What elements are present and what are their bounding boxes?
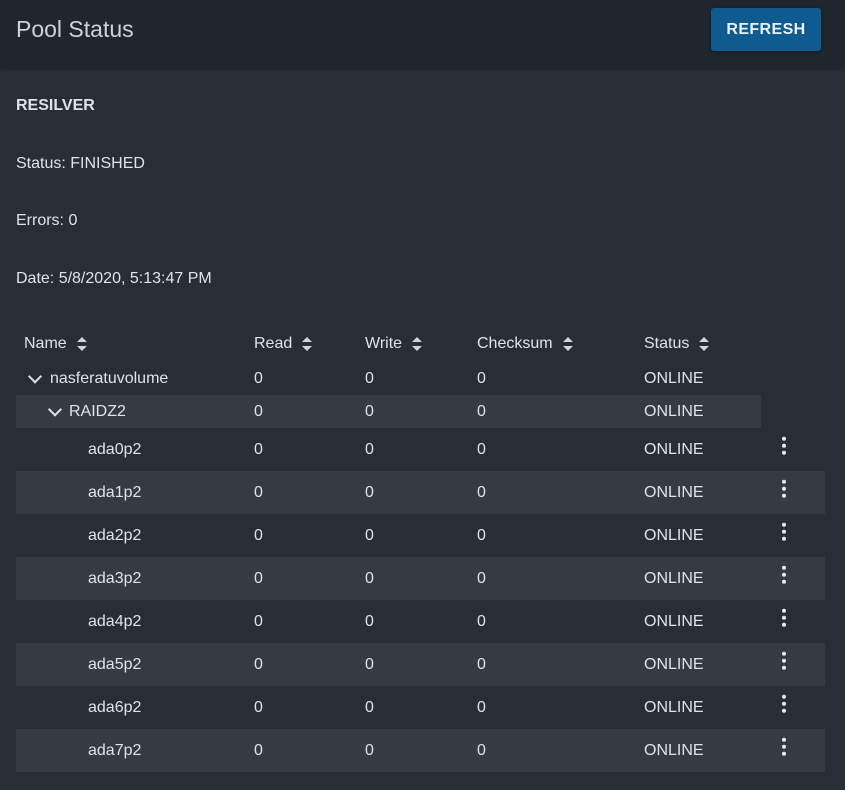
row-checksum: 0: [477, 483, 486, 501]
table-row-disk[interactable]: ada4p2 0 0 0 ONLINE: [16, 600, 825, 643]
row-read: 0: [254, 526, 263, 544]
row-checksum: 0: [477, 655, 486, 673]
table-row-disk[interactable]: ada6p2 0 0 0 ONLINE: [16, 686, 825, 729]
sort-icon[interactable]: [76, 337, 87, 351]
scan-date: Date: 5/8/2020, 5:13:47 PM: [16, 270, 212, 287]
sort-icon[interactable]: [302, 337, 313, 351]
row-status: ONLINE: [644, 698, 704, 716]
table-row-vdev[interactable]: RAIDZ2 0 0 0 ONLINE: [16, 395, 761, 428]
row-name: ada5p2: [88, 655, 142, 673]
column-header-name[interactable]: Name: [24, 335, 87, 353]
row-read: 0: [254, 440, 263, 458]
row-name: RAIDZ2: [69, 402, 126, 420]
page-title: Pool Status: [16, 16, 134, 42]
row-status: ONLINE: [644, 483, 704, 501]
column-header-checksum[interactable]: Checksum: [477, 335, 573, 353]
sort-icon[interactable]: [562, 337, 573, 351]
row-status: ONLINE: [644, 369, 704, 387]
scan-title: RESILVER: [16, 97, 95, 114]
row-read: 0: [254, 655, 263, 673]
more-vert-icon[interactable]: [779, 737, 789, 759]
column-header-read[interactable]: Read: [254, 335, 313, 353]
row-status: ONLINE: [644, 612, 704, 630]
row-read: 0: [254, 402, 263, 420]
column-header-label: Read: [254, 335, 293, 352]
table-row-disk[interactable]: ada3p2 0 0 0 ONLINE: [16, 557, 825, 600]
table-row-disk[interactable]: ada5p2 0 0 0 ONLINE: [16, 643, 825, 686]
row-checksum: 0: [477, 741, 486, 759]
refresh-button[interactable]: REFRESH: [711, 8, 821, 51]
table-row-disk[interactable]: ada7p2 0 0 0 ONLINE: [16, 729, 825, 772]
row-name: ada7p2: [88, 741, 142, 759]
row-checksum: 0: [477, 698, 486, 716]
more-vert-icon[interactable]: [779, 565, 789, 587]
more-vert-icon[interactable]: [779, 522, 789, 544]
column-header-label: Status: [644, 335, 690, 352]
row-checksum: 0: [477, 369, 486, 387]
row-name: ada3p2: [88, 569, 142, 587]
table-row-disk[interactable]: ada0p2 0 0 0 ONLINE: [16, 428, 825, 471]
row-name: ada0p2: [88, 440, 142, 458]
row-checksum: 0: [477, 402, 486, 420]
table-row-pool[interactable]: nasferatuvolume 0 0 0 ONLINE: [16, 362, 825, 395]
column-header-label: Write: [365, 335, 403, 352]
sort-icon[interactable]: [699, 337, 710, 351]
row-status: ONLINE: [644, 569, 704, 587]
row-write: 0: [365, 698, 374, 716]
row-read: 0: [254, 569, 263, 587]
row-status: ONLINE: [644, 741, 704, 759]
row-name: ada4p2: [88, 612, 142, 630]
more-vert-icon[interactable]: [779, 479, 789, 501]
page-header: Pool Status REFRESH: [0, 0, 845, 68]
row-status: ONLINE: [644, 526, 704, 544]
row-write: 0: [365, 402, 374, 420]
row-name: ada6p2: [88, 698, 142, 716]
row-read: 0: [254, 369, 263, 387]
scan-status: Status: FINISHED: [16, 155, 145, 172]
more-vert-icon[interactable]: [779, 436, 789, 458]
column-header-label: Checksum: [477, 335, 553, 352]
row-write: 0: [365, 655, 374, 673]
row-write: 0: [365, 483, 374, 501]
more-vert-icon[interactable]: [779, 608, 789, 630]
row-checksum: 0: [477, 612, 486, 630]
column-header-label: Name: [24, 335, 67, 352]
row-name: ada2p2: [88, 526, 142, 544]
row-name: ada1p2: [88, 483, 142, 501]
row-read: 0: [254, 698, 263, 716]
row-checksum: 0: [477, 526, 486, 544]
row-write: 0: [365, 741, 374, 759]
column-header-write[interactable]: Write: [365, 335, 423, 353]
row-read: 0: [254, 483, 263, 501]
row-read: 0: [254, 741, 263, 759]
row-checksum: 0: [477, 440, 486, 458]
row-write: 0: [365, 440, 374, 458]
more-vert-icon[interactable]: [779, 651, 789, 673]
row-name: nasferatuvolume: [50, 369, 169, 387]
scan-errors: Errors: 0: [16, 212, 78, 229]
row-status: ONLINE: [644, 440, 704, 458]
row-write: 0: [365, 612, 374, 630]
column-header-status[interactable]: Status: [644, 335, 710, 353]
table-row-disk[interactable]: ada2p2 0 0 0 ONLINE: [16, 514, 825, 557]
row-write: 0: [365, 369, 374, 387]
row-write: 0: [365, 569, 374, 587]
sort-icon[interactable]: [412, 337, 423, 351]
chevron-down-icon[interactable]: [47, 401, 63, 417]
more-vert-icon[interactable]: [779, 694, 789, 716]
row-write: 0: [365, 526, 374, 544]
table-row-disk[interactable]: ada1p2 0 0 0 ONLINE: [16, 471, 825, 514]
row-checksum: 0: [477, 569, 486, 587]
row-read: 0: [254, 612, 263, 630]
row-status: ONLINE: [644, 655, 704, 673]
chevron-down-icon[interactable]: [27, 368, 43, 384]
row-status: ONLINE: [644, 402, 704, 420]
